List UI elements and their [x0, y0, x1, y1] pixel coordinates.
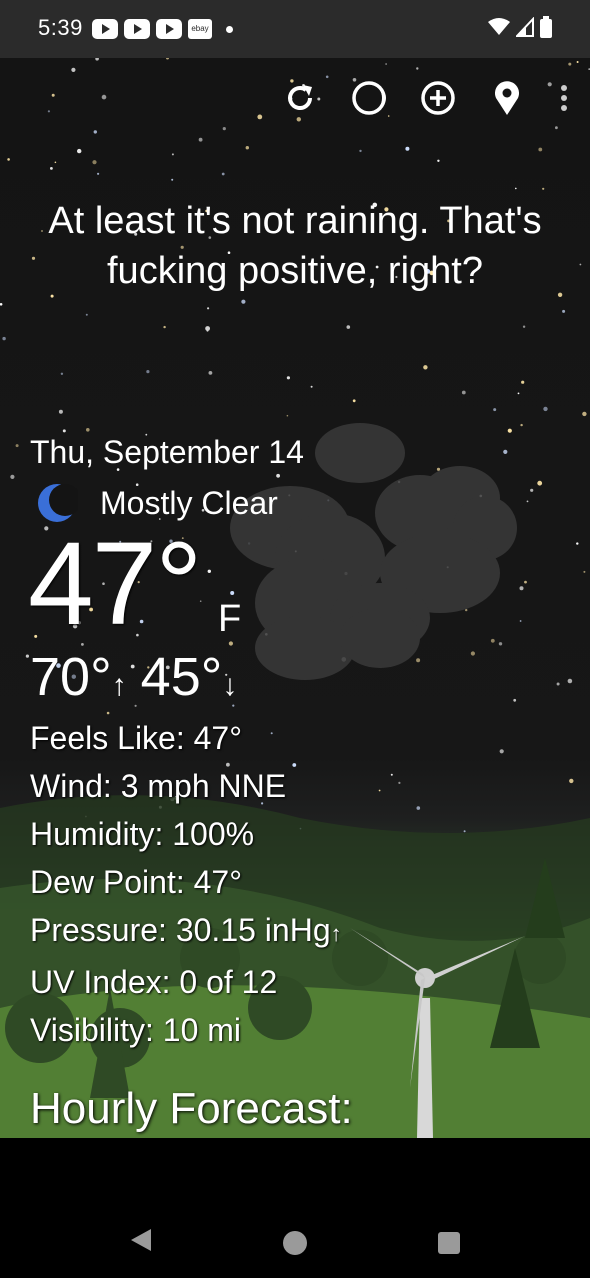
high-temp: 70°: [30, 647, 112, 707]
pressure-trend-icon: ↑: [330, 921, 342, 946]
notification-icons: ebay: [92, 19, 233, 39]
more-notifications-icon: [226, 25, 233, 33]
high-low-temps: 70°↑ 45°↓: [30, 646, 237, 708]
back-icon[interactable]: [130, 1228, 152, 1252]
weather-app: At least it's not raining. That's fuckin…: [0, 58, 590, 1138]
feels-like: Feels Like: 47°: [30, 720, 243, 756]
up-arrow-icon: ↑: [111, 669, 127, 702]
wifi-icon: [488, 18, 510, 35]
weather-details: Feels Like: 47° Wind: 3 mph NNE Humidity…: [30, 714, 342, 1054]
signal-icon: [516, 17, 534, 37]
add-location-icon[interactable]: [420, 80, 456, 116]
condition-text: Mostly Clear: [100, 484, 278, 521]
low-temp: 45°: [140, 647, 223, 707]
overflow-menu-icon[interactable]: [558, 80, 570, 116]
navigation-bar: [0, 1138, 590, 1278]
status-time: 5:39: [38, 15, 83, 40]
battery-icon: [540, 16, 552, 38]
refresh-icon[interactable]: [282, 80, 318, 116]
visibility: Visibility: 10 mi: [30, 1012, 242, 1048]
recents-icon[interactable]: [438, 1232, 460, 1254]
youtube-icon: [124, 19, 150, 39]
pressure: Pressure: 30.15 inHg: [30, 912, 331, 948]
weather-quote: At least it's not raining. That's fuckin…: [48, 200, 542, 292]
uv-index: UV Index: 0 of 12: [30, 964, 278, 1000]
home-icon[interactable]: [282, 1230, 308, 1256]
ebay-icon: ebay: [188, 19, 212, 39]
location-pin-icon[interactable]: [489, 80, 525, 116]
moon-phase-icon[interactable]: [351, 80, 387, 116]
temperature-unit: F: [218, 598, 242, 640]
down-arrow-icon: ↓: [222, 669, 238, 702]
current-date: Thu, September 14: [30, 434, 304, 470]
wind: Wind: 3 mph NNE: [30, 768, 287, 804]
current-temperature: 47°: [28, 518, 202, 650]
toolbar: [282, 80, 570, 116]
youtube-icon: [156, 19, 182, 39]
humidity: Humidity: 100%: [30, 816, 255, 852]
system-icons: [488, 16, 552, 38]
status-bar: 5:39 ebay: [0, 0, 590, 58]
hourly-forecast-title: Hourly Forecast:: [30, 1084, 353, 1133]
youtube-icon: [92, 19, 118, 39]
dew-point: Dew Point: 47°: [30, 864, 243, 900]
pressure-row: Pressure: 30.15 inHg↑: [30, 906, 342, 958]
